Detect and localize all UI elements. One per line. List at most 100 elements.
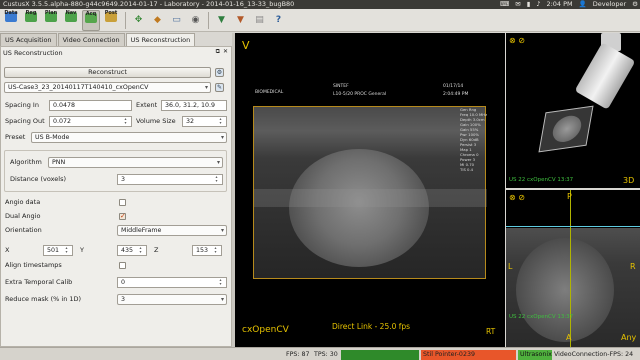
- input-file-select[interactable]: US-Case3_23_20140117T140410_cxOpenCV: [4, 82, 211, 93]
- tool-status-reference[interactable]: [341, 350, 419, 360]
- workflow-button-acq[interactable]: Acq: [82, 9, 100, 31]
- spacing-in-label: Spacing In: [5, 101, 39, 109]
- angio-checkbox[interactable]: [119, 199, 126, 206]
- ultrasound-params: Gen Rng Freq 10.0 MHz Depth 3.0cm Gain 100%…: [460, 107, 487, 172]
- tab-us-acquisition[interactable]: US Acquisition: [0, 33, 57, 46]
- workflow-buttons: Data Reg Plan Nav Acq Post: [2, 9, 122, 31]
- orient-top-label: P: [567, 192, 572, 201]
- y-field[interactable]: 435: [117, 245, 147, 256]
- tps-readout: TPS: 30: [314, 351, 338, 358]
- extent-field[interactable]: 36.0, 31.2, 10.9: [161, 100, 227, 111]
- algorithm-label: Algorithm: [10, 158, 42, 166]
- tab-us-reconstruction[interactable]: US Reconstruction: [125, 33, 196, 46]
- panel-title: US Reconstruction: [3, 49, 63, 57]
- volume-size-field[interactable]: 32: [182, 116, 227, 127]
- x-field[interactable]: 501: [43, 245, 73, 256]
- tissue-2d: [516, 238, 614, 342]
- dock-controls: ⧉ ✕: [216, 48, 228, 56]
- us-header-right2: 2:04:49 PM: [443, 92, 469, 97]
- toolbar-separator: [208, 11, 209, 29]
- reduce-mask-select[interactable]: 3: [117, 294, 227, 305]
- us-header-left: BIOMEDICAL: [255, 90, 284, 95]
- workflow-button-label: Nav: [65, 9, 77, 16]
- main-video-view[interactable]: V BIOMEDICAL SINTEF L10-5/20 PROC Genera…: [235, 33, 505, 347]
- preset-select[interactable]: US B-Mode: [31, 132, 227, 143]
- orient-right-label: R: [630, 262, 636, 271]
- x-label: X: [5, 246, 10, 254]
- dual-angio-label: Dual Angio: [5, 212, 41, 220]
- workflow-button-label: Reg: [25, 9, 37, 16]
- tool-status-pointer[interactable]: Stil Pointer-0239: [421, 350, 516, 360]
- 3d-view[interactable]: ⊗ ⊘ US 22 cxOpenCV 13:37 3D: [506, 33, 640, 188]
- frame-icon[interactable]: ▤: [253, 14, 266, 27]
- measure-icon[interactable]: ▭: [170, 14, 183, 27]
- probe-model: [574, 42, 636, 110]
- window-titlebar: CustusX 3.5.5.alpha-880-g44c9649.2014-01…: [0, 0, 640, 9]
- crosshair-horizontal: [506, 226, 640, 227]
- clock[interactable]: 2:04 PM: [546, 0, 572, 9]
- main-toolbar: Data Reg Plan Nav Acq Post ✥ ◆ ▭ ◉ ▼ ▼ ▤ ?: [0, 9, 640, 32]
- spacing-out-label: Spacing Out: [5, 117, 45, 125]
- float-icon[interactable]: ⧉: [216, 48, 220, 56]
- extent-label: Extent: [136, 101, 158, 109]
- workflow-button-label: Post: [104, 9, 118, 16]
- user-icon[interactable]: 👤: [579, 0, 587, 9]
- align-timestamps-checkbox[interactable]: [119, 262, 126, 269]
- annotation-icon[interactable]: ▼: [215, 14, 228, 27]
- stream-status-label: Direct Link - 25.0 fps: [332, 322, 411, 331]
- workflow-button-plan[interactable]: Plan: [42, 10, 60, 31]
- us-reconstruction-panel: US Reconstruction ⧉ ✕ Reconstruct ⚙ US-C…: [0, 46, 232, 347]
- z-label: Z: [154, 246, 159, 254]
- workflow-button-reg[interactable]: Reg: [22, 10, 40, 31]
- tool-icon[interactable]: ▼: [234, 14, 247, 27]
- dual-angio-checkbox[interactable]: [119, 212, 126, 220]
- close-icon[interactable]: ✕: [223, 48, 228, 56]
- align-timestamps-label: Align timestamps: [5, 261, 62, 269]
- volume-icon[interactable]: ♪: [536, 0, 540, 9]
- spacing-in-field[interactable]: 0.0478: [49, 100, 132, 111]
- mail-icon[interactable]: ✉: [515, 0, 520, 9]
- ultrasound-image[interactable]: [253, 106, 487, 279]
- toolbar-separator: [125, 11, 126, 29]
- slice-image: [506, 228, 640, 347]
- status-bar: FPS: 87 TPS: 30 Stil Pointer-0239 Ultras…: [0, 347, 640, 360]
- center-image-icon[interactable]: ✥: [132, 14, 145, 27]
- power-icon[interactable]: ⚙: [632, 0, 638, 9]
- workflow-button-post[interactable]: Post: [102, 10, 120, 31]
- temporal-calib-field[interactable]: 0: [117, 277, 227, 288]
- 2d-slice-view[interactable]: ⊗ ⊘ P L R A US 22 cxOpenCV 13:37 Any: [506, 190, 640, 347]
- tab-video-connection[interactable]: Video Connection: [57, 33, 125, 46]
- help-icon[interactable]: ?: [272, 14, 285, 27]
- workflow-button-label: Plan: [44, 9, 58, 16]
- keyboard-icon[interactable]: ⌨: [500, 0, 509, 9]
- ultrasound-header: BIOMEDICAL SINTEF L10-5/20 PROC General …: [253, 80, 486, 106]
- center-tool-icon[interactable]: ◆: [151, 14, 164, 27]
- tool-status-probe[interactable]: Ultrasonix L14-5: [518, 350, 552, 360]
- window-title: CustusX 3.5.5.alpha-880-g44c9649.2014-01…: [3, 0, 295, 8]
- view-2d-icons: ⊗ ⊘: [509, 193, 525, 202]
- temporal-calib-label: Extra Temporal Calib: [5, 278, 73, 286]
- workflow-button-nav[interactable]: Nav: [62, 10, 80, 31]
- workflow-button-label: Data: [4, 9, 18, 16]
- reconstruct-button[interactable]: Reconstruct: [4, 67, 211, 78]
- system-tray: ⌨ ✉ ▮ ♪ 2:04 PM 👤 Developer ⚙: [500, 0, 638, 9]
- dock-tabs: US Acquisition Video Connection US Recon…: [0, 33, 232, 46]
- orientation-select[interactable]: MiddleFrame: [117, 225, 227, 236]
- view-3d-info: US 22 cxOpenCV 13:37: [509, 177, 574, 183]
- z-field[interactable]: 153: [192, 245, 222, 256]
- settings-icon[interactable]: ⚙: [215, 68, 224, 77]
- volume-size-label: Volume Size: [136, 117, 176, 125]
- view-2d-corner-label: Any: [621, 333, 637, 342]
- user-name[interactable]: Developer: [593, 0, 626, 9]
- workflow-button-data[interactable]: Data: [2, 10, 20, 31]
- algorithm-select[interactable]: PNN: [48, 157, 223, 168]
- tissue-blob: [289, 149, 429, 267]
- us-param: TIS 0.4: [460, 167, 474, 172]
- browse-icon[interactable]: ✎: [215, 83, 224, 92]
- battery-icon[interactable]: ▮: [527, 0, 531, 9]
- spacing-out-field[interactable]: 0.072: [49, 116, 132, 127]
- camera-icon[interactable]: ◉: [189, 14, 202, 27]
- distance-field[interactable]: 3: [117, 174, 223, 185]
- orient-bottom-label: A: [566, 333, 572, 342]
- video-fps-readout: VideoConnection-FPS: 24: [554, 351, 634, 358]
